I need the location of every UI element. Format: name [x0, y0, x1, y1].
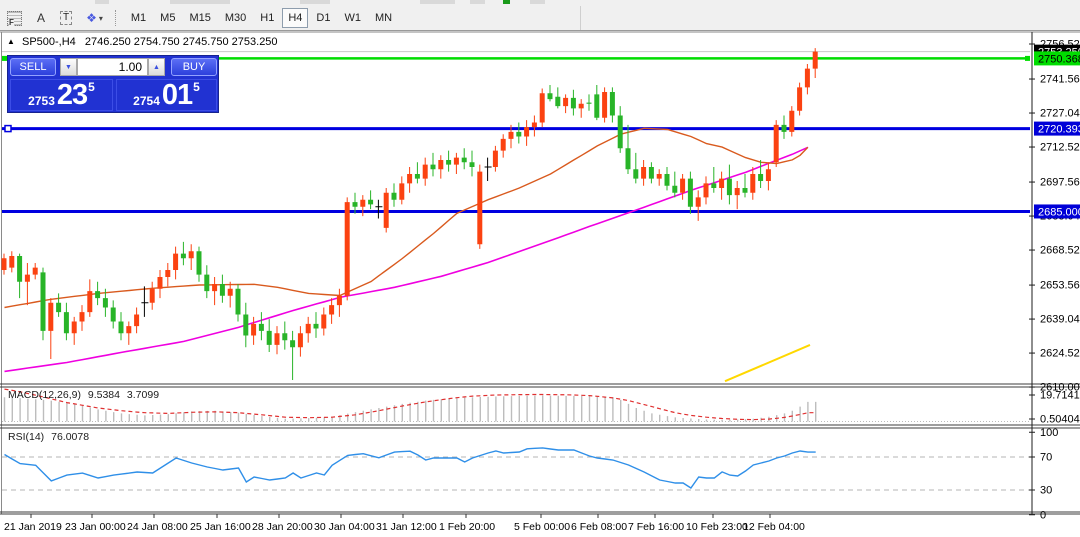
date-axis-label: 1 Feb 20:00: [439, 521, 495, 533]
chart-title: ▲ SP500-,H4 2746.250 2754.750 2745.750 2…: [7, 36, 278, 48]
macd-axis-label: 19.7141: [1040, 390, 1080, 402]
macd-signal-value: 3.7099: [127, 389, 159, 401]
date-axis-label: 10 Feb 23:00: [686, 521, 748, 533]
volume-increase-button[interactable]: ▲: [148, 58, 165, 76]
date-axis-label: 31 Jan 12:00: [376, 521, 437, 533]
sell-button[interactable]: SELL: [10, 58, 56, 76]
buy-price-display[interactable]: 2754 01 5: [116, 79, 217, 111]
rsi-indicator-label: RSI(14) 76.0078: [8, 431, 89, 443]
rsi-axis-label: 70: [1040, 452, 1052, 464]
line-endpoint-marker[interactable]: [1025, 56, 1030, 61]
date-axis-label: 21 Jan 2019: [4, 521, 62, 533]
date-axis-label: 5 Feb 00:00: [514, 521, 570, 533]
rsi-axis-label: 100: [1040, 427, 1058, 439]
price-axis-label: 2727.040: [1040, 108, 1080, 120]
ohlc-values: 2746.250 2754.750 2745.750 2753.250: [85, 36, 278, 48]
macd-name: MACD(12,26,9): [8, 389, 81, 401]
macd-value: 9.5384: [88, 389, 120, 401]
date-axis-label: 30 Jan 04:00: [314, 521, 375, 533]
date-axis-label: 23 Jan 00:00: [65, 521, 126, 533]
date-axis-label: 24 Jan 08:00: [127, 521, 188, 533]
price-axis-label: 2653.560: [1040, 280, 1080, 292]
volume-decrease-button[interactable]: ▼: [60, 58, 77, 76]
rsi-axis-label: 30: [1040, 485, 1052, 497]
one-click-trading-widget: SELL ▼ 1.00 ▲ BUY 2753 23 5 2754 01 5: [7, 55, 219, 113]
price-axis-label: 2668.520: [1040, 245, 1080, 257]
date-axis-label: 12 Feb 04:00: [743, 521, 805, 533]
price-axis-label: 2639.040: [1040, 314, 1080, 326]
rsi-name: RSI(14): [8, 431, 44, 443]
chevron-down-icon: ▼: [65, 64, 72, 71]
sell-price-big: 23: [57, 82, 87, 108]
buy-price-big: 01: [162, 82, 192, 108]
rsi-value: 76.0078: [51, 431, 89, 443]
price-axis-label: 2624.520: [1040, 348, 1080, 360]
chevron-up-icon: ▲: [153, 64, 160, 71]
buy-price-pip: 5: [193, 81, 200, 93]
price-badge-label: 2685.000: [1038, 206, 1080, 218]
price-badge-label: 2720.393: [1038, 124, 1080, 136]
sell-price-display[interactable]: 2753 23 5: [10, 79, 113, 111]
buy-button[interactable]: BUY: [171, 58, 217, 76]
buy-price-stem: 2754: [133, 94, 160, 108]
date-axis-label: 7 Feb 16:00: [628, 521, 684, 533]
date-axis-label: 25 Jan 16:00: [190, 521, 251, 533]
volume-input[interactable]: 1.00: [77, 58, 148, 76]
macd-indicator-label: MACD(12,26,9) 9.5384 3.7099: [8, 389, 159, 401]
price-axis-label: 2741.560: [1040, 74, 1080, 86]
rsi-axis-label: 0: [1040, 509, 1046, 521]
price-badge-label: 2750.368: [1038, 53, 1080, 65]
line-selection-marker[interactable]: [5, 126, 11, 132]
sell-price-stem: 2753: [28, 94, 55, 108]
date-axis-label: 28 Jan 20:00: [252, 521, 313, 533]
collapse-triangle-icon: ▲: [7, 37, 15, 46]
date-axis-label: 6 Feb 08:00: [571, 521, 627, 533]
symbol-name: SP500-,H4: [22, 36, 76, 48]
sell-price-pip: 5: [88, 81, 95, 93]
price-axis-label: 2712.520: [1040, 142, 1080, 154]
macd-axis-label: 0.50404: [1040, 414, 1080, 426]
price-axis-label: 2697.560: [1040, 177, 1080, 189]
